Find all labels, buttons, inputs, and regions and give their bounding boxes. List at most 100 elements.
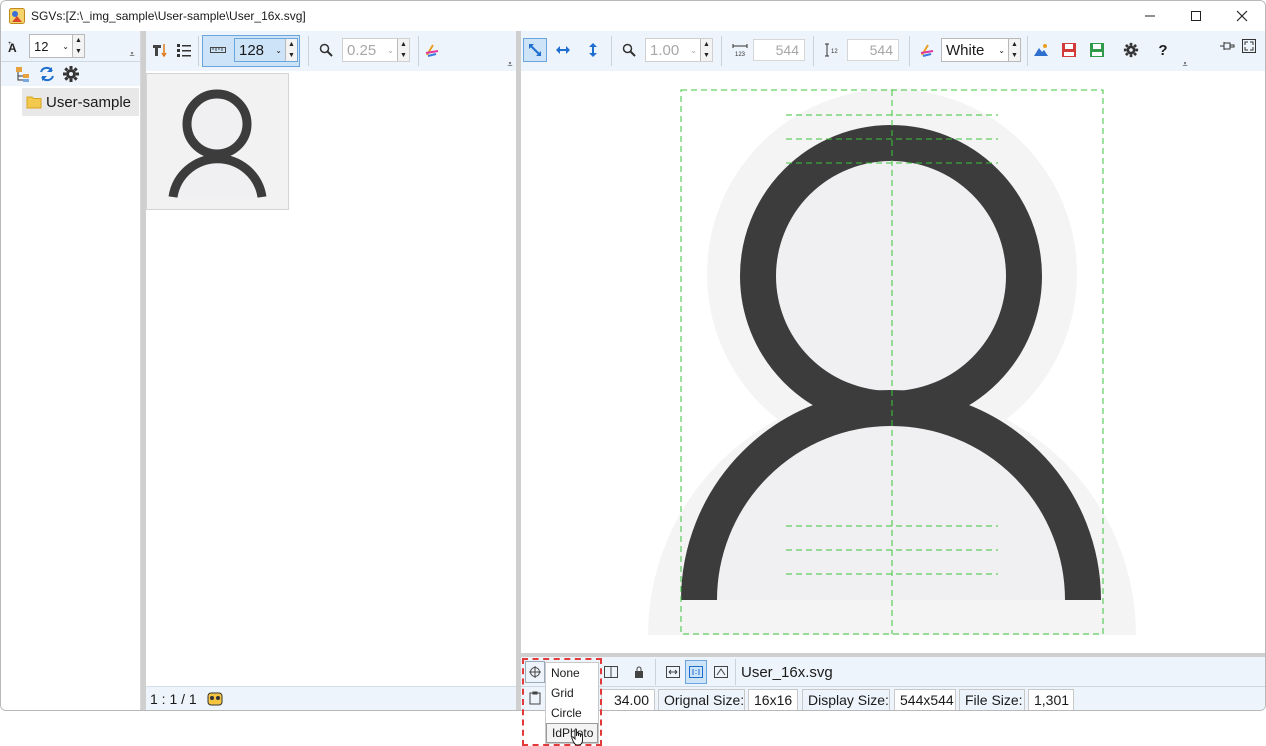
tree-item-label: User-sample [46,93,132,111]
settings-icon[interactable] [1121,40,1141,60]
file-size-value: 1,301 [1028,689,1074,710]
chevron-down-icon: ⌄ [387,45,394,55]
original-size-label: Orignal Size: [658,689,745,710]
spin-down-icon[interactable]: ▼ [398,50,409,61]
folder-icon [26,96,42,109]
svg-preview-canvas[interactable] [522,73,1264,653]
tree-item-user-sample[interactable]: User-sample [22,88,139,116]
view-zoom-value: 1.00 [650,41,680,59]
window-title: SGVs:[Z:\_img_sample\User-sample\User_16… [31,9,306,23]
spin-down-icon[interactable]: ▼ [1009,50,1020,61]
file-name: User_16x.svg [741,663,833,681]
height-icon: 12 [821,40,843,60]
save-red-icon[interactable] [1059,40,1079,60]
font-size-value: 12 [34,38,49,54]
thumb-position: 1 : 1 / 1 [150,691,197,707]
close-button[interactable] [1219,1,1265,31]
actual-size-icon[interactable] [685,660,707,684]
original-size-value: 16x16 [748,689,798,710]
thumbnail-panel: 128 ⌄ ▲ ▼ 0.25 ⌄ ▲ ▼ ⩡ 1: 1 / 1 [146,31,516,710]
overflow-icon[interactable]: ⩡ [126,47,138,61]
spin-down-icon[interactable]: ▼ [286,50,297,61]
spin-up-icon[interactable]: ▲ [73,35,84,46]
maximize-button[interactable] [1173,1,1219,31]
spin-up-icon[interactable]: ▲ [398,39,409,50]
split-view-icon[interactable] [601,661,621,683]
view-status-bar: User_16x.svg 34.00 Orignal Size: 16x16 D… [521,653,1265,710]
overflow-icon[interactable]: ⩡ [1179,57,1191,71]
spin-up-icon[interactable]: ▲ [701,39,712,50]
menu-item-none[interactable]: None [546,663,598,683]
spin-up-icon[interactable]: ▲ [286,39,297,50]
zoom-icon [619,40,639,60]
display-size-value: 544x544 [894,689,956,710]
thumb-status-bar: 1 : 1 / 1 [146,686,516,710]
thumb-zoom-value: 0.25 [347,41,377,59]
refresh-icon[interactable] [37,64,57,84]
spin-down-icon[interactable]: ▼ [701,50,712,61]
pin-icon[interactable] [1217,37,1237,55]
thumb-zoom-stepper[interactable]: 0.25 ⌄ ▲ ▼ [342,38,410,62]
minimize-icon [1145,15,1155,17]
tree-view-icon[interactable] [13,64,33,84]
owl-icon[interactable] [207,692,223,706]
chevron-down-icon: ⌄ [62,41,69,51]
app-icon [9,8,25,24]
user-icon [168,89,267,198]
chevron-down-icon: ⌄ [998,45,1005,55]
app-window: SGVs:[Z:\_img_sample\User-sample\User_16… [0,0,1266,711]
fit-image-icon[interactable] [711,661,731,683]
fit-diagonal-icon[interactable] [523,38,547,62]
fit-height-icon[interactable] [583,40,603,60]
chevron-down-icon: ⌄ [690,45,697,55]
sort-icon[interactable] [150,40,170,60]
title-bar: SGVs:[Z:\_img_sample\User-sample\User_16… [1,1,1265,31]
settings-icon[interactable] [61,64,81,84]
background-select[interactable]: White ⌄ ▲ ▼ [941,38,1021,62]
thumb-size-stepper[interactable]: 128 ⌄ ▲ ▼ [234,38,298,62]
thumb-toolbar: 128 ⌄ ▲ ▼ 0.25 ⌄ ▲ ▼ ⩡ [146,31,516,71]
close-icon [1236,10,1248,22]
help-icon[interactable]: ? [1153,40,1173,60]
height-field[interactable]: 544 [847,39,899,61]
view-toolbar: 1.00 ⌄ ▲ ▼ 123 544 12 544 White ⌄ ▲ ▼ ? … [521,31,1265,71]
thumb-size-value: 128 [239,41,265,59]
preview-panel: 1.00 ⌄ ▲ ▼ 123 544 12 544 White ⌄ ▲ ▼ ? … [521,31,1265,710]
user-icon [648,89,1136,635]
color-icon[interactable] [917,40,937,60]
fullscreen-icon[interactable] [1239,37,1259,55]
lock-icon[interactable] [629,661,649,683]
menu-item-circle[interactable]: Circle [546,703,598,723]
zoom-icon [316,40,336,60]
maximize-icon [1191,11,1201,21]
file-size-label: File Size: [959,689,1025,710]
chevron-down-icon: ⌄ [275,45,282,55]
hand-cursor-icon [571,728,583,746]
svg-text:123: 123 [735,52,746,57]
fit-width-icon[interactable] [553,40,573,60]
list-icon[interactable] [174,40,194,60]
fit-window-icon[interactable] [663,661,683,683]
spin-up-icon[interactable]: ▲ [1009,39,1020,50]
width-field[interactable]: 544 [753,39,805,61]
ruler-icon[interactable] [208,40,228,60]
tree-toolbar: A + 12 ⌄ ▲ ▼ ⩡ [1,31,140,86]
zoom-percent-field: 34.00 [601,689,655,710]
save-green-icon[interactable] [1087,40,1107,60]
svg-text:+: + [8,41,12,47]
color-icon[interactable] [422,40,442,60]
minimize-button[interactable] [1127,1,1173,31]
display-size-label: Display Size: [802,689,890,710]
menu-item-grid[interactable]: Grid [546,683,598,703]
folder-tree-panel: A + 12 ⌄ ▲ ▼ ⩡ User-sample [1,31,141,710]
svg-text:12: 12 [831,49,838,55]
image-icon[interactable] [1031,40,1051,60]
thumbnail-item[interactable] [146,73,289,210]
font-size-stepper[interactable]: 12 ⌄ ▲ ▼ [29,34,85,58]
font-size-icon: A + [7,37,25,57]
spin-down-icon[interactable]: ▼ [73,46,84,57]
width-icon: 123 [729,40,751,60]
view-zoom-stepper[interactable]: 1.00 ⌄ ▲ ▼ [645,38,713,62]
overflow-icon[interactable]: ⩡ [504,57,516,71]
background-value: White [946,41,985,59]
